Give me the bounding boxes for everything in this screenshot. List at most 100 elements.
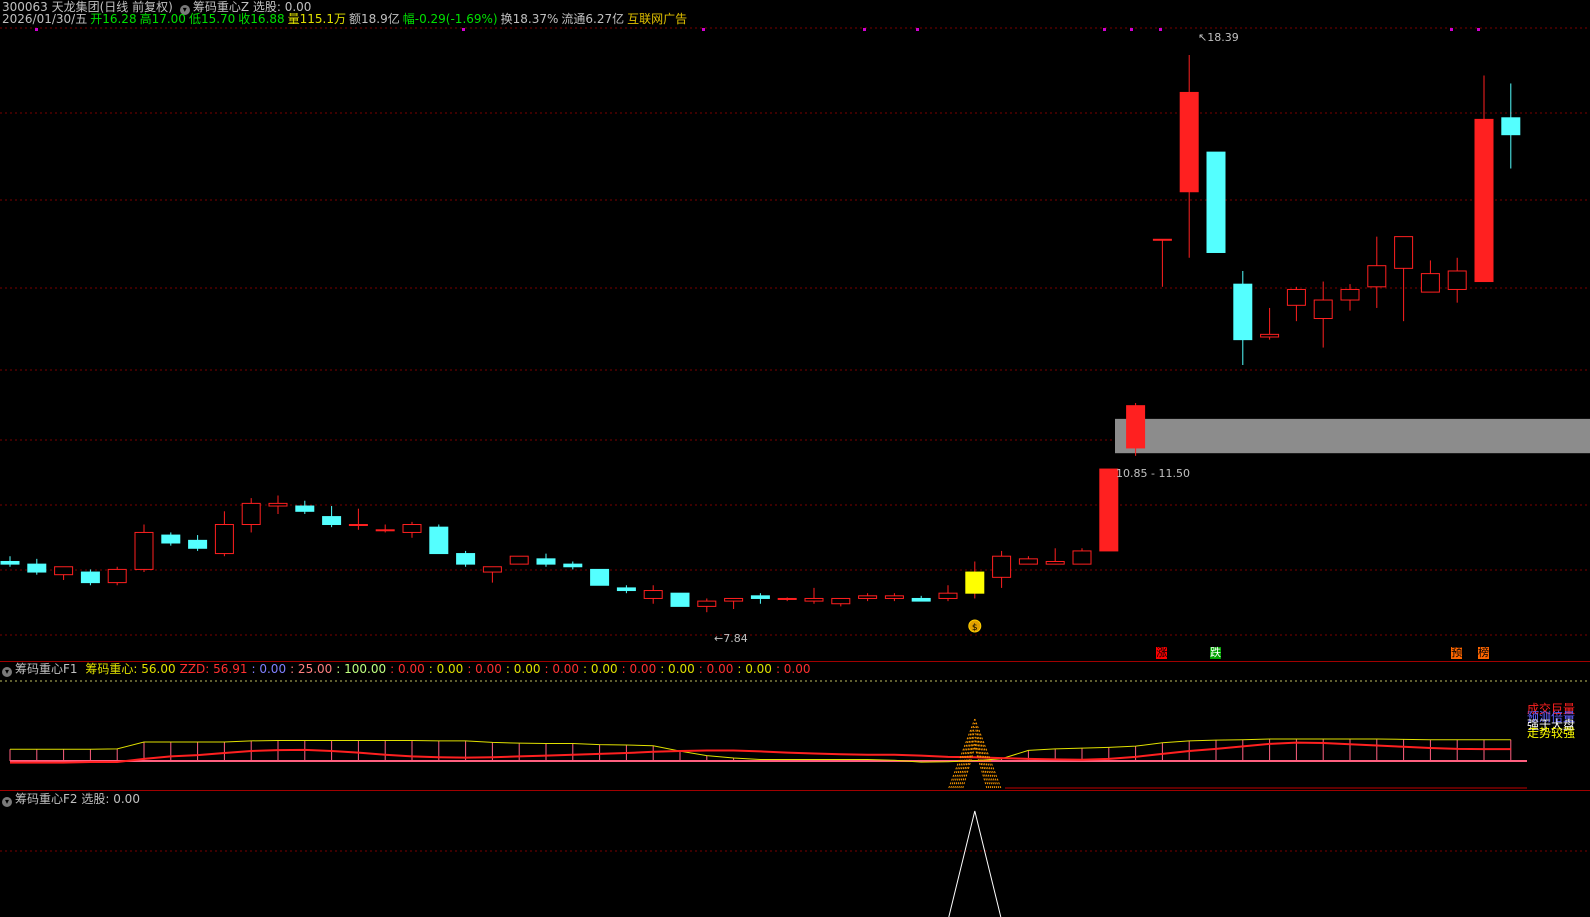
candle <box>670 592 690 607</box>
candle <box>214 511 234 557</box>
candle <box>268 495 288 514</box>
top-marker <box>1450 28 1453 31</box>
candle-body <box>697 600 717 607</box>
candle-body <box>1045 560 1065 565</box>
indicator-f2-chart[interactable] <box>0 791 1590 917</box>
candle-body <box>992 555 1012 578</box>
signal-tag: 跌 <box>1210 646 1221 659</box>
candle <box>1447 257 1467 303</box>
candle <box>884 593 904 602</box>
candle <box>429 524 449 555</box>
low-arrow-icon: ← <box>714 632 724 645</box>
candle <box>375 524 395 533</box>
top-marker <box>35 28 38 31</box>
candlestick-chart[interactable]: $ <box>0 0 1590 660</box>
signal-tag: 榜 <box>1478 646 1489 659</box>
support-zone <box>1115 418 1590 454</box>
candle-body <box>402 524 422 533</box>
candle <box>590 568 610 586</box>
candle-body <box>1152 238 1172 241</box>
candle-body <box>1420 273 1440 293</box>
panel-f1-legend: 成交巨量 预测倍量 强于大盘 走势较强 <box>1527 703 1576 740</box>
candle-body <box>858 595 878 599</box>
candle-body <box>161 534 181 544</box>
candle-body <box>938 592 958 599</box>
top-marker <box>1103 28 1106 31</box>
candle <box>295 500 315 514</box>
candle-body <box>0 560 20 565</box>
candle-body <box>1501 117 1521 136</box>
candle-body <box>188 539 208 549</box>
candle <box>911 595 931 602</box>
candle-body <box>1447 270 1467 290</box>
candle <box>402 521 422 538</box>
candle <box>965 561 985 599</box>
f1-triangle-stroke <box>974 718 1002 789</box>
candle-body <box>1394 236 1414 269</box>
candle-body <box>1099 468 1119 552</box>
candle-body <box>616 587 636 592</box>
high-arrow-icon: ↖ <box>1198 31 1208 44</box>
candle <box>831 597 851 607</box>
candle <box>750 593 770 604</box>
candle-body <box>348 524 368 527</box>
candle-body <box>643 590 663 599</box>
candle-body <box>1367 265 1387 288</box>
candle-body <box>241 502 261 526</box>
candle-body <box>1126 405 1146 449</box>
candle <box>938 585 958 602</box>
candle <box>616 585 636 594</box>
f2-signal-spike <box>948 810 1002 917</box>
candle <box>536 553 556 567</box>
candle <box>1367 236 1387 308</box>
top-marker <box>1159 28 1162 31</box>
candle-body <box>456 553 476 565</box>
candle-body <box>482 566 502 573</box>
candle-body <box>134 531 154 570</box>
candle <box>563 561 583 570</box>
candle <box>1260 307 1280 340</box>
candle <box>509 555 529 565</box>
low-price-label: ←7.84 <box>714 632 748 645</box>
f1-triangle-stroke <box>948 718 976 789</box>
candle-body <box>1179 91 1199 193</box>
top-marker <box>916 28 919 31</box>
candle <box>348 508 368 530</box>
indicator-f1-chart[interactable] <box>0 661 1590 790</box>
candle-body <box>590 568 610 586</box>
candle-body <box>1286 288 1306 306</box>
candle-body <box>214 524 234 555</box>
candle <box>1420 260 1440 293</box>
top-marker <box>702 28 705 31</box>
candle-body <box>1072 550 1092 565</box>
candle <box>1179 54 1199 258</box>
candle <box>992 550 1012 588</box>
candle <box>643 585 663 604</box>
candle-body <box>965 571 985 594</box>
candle-body <box>911 597 931 602</box>
candle <box>1313 281 1333 348</box>
candle-body <box>107 568 127 584</box>
candle-body <box>80 571 100 584</box>
candle <box>858 593 878 602</box>
candle <box>456 550 476 567</box>
candle <box>1045 548 1065 565</box>
candle-body <box>563 563 583 568</box>
f1-triangle-stroke <box>950 722 976 789</box>
signal-tag: 预 <box>1451 646 1463 659</box>
candle-body <box>884 595 904 599</box>
candle-body <box>322 516 342 526</box>
f1-legend-item: 走势较强 <box>1527 726 1576 740</box>
top-marker <box>1477 28 1480 31</box>
candle <box>697 598 717 613</box>
zone-range-label: 10.85 - 11.50 <box>1116 467 1190 480</box>
candle <box>1474 75 1494 283</box>
candle <box>241 498 261 533</box>
signal-coin-text: $ <box>972 623 978 633</box>
candle-body <box>1018 558 1038 565</box>
candle <box>1099 468 1119 552</box>
candle <box>1018 556 1038 565</box>
candle <box>1286 286 1306 322</box>
candle-body <box>27 563 47 573</box>
f1-triangle-stroke <box>974 722 1000 789</box>
